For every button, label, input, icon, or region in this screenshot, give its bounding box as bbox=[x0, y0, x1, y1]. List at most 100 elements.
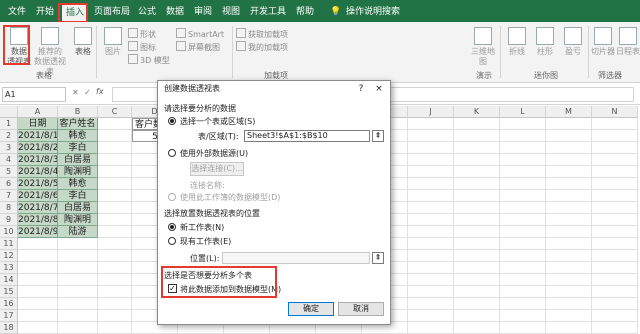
cancel-button[interactable]: 取消 bbox=[338, 302, 384, 316]
cell[interactable] bbox=[500, 250, 546, 262]
cell[interactable] bbox=[592, 166, 638, 178]
tell-me-search[interactable]: 操作说明搜索 bbox=[346, 4, 400, 20]
cell[interactable] bbox=[454, 178, 500, 190]
cell[interactable] bbox=[454, 298, 500, 310]
cell[interactable] bbox=[408, 130, 454, 142]
cell[interactable]: 2021/8/4 bbox=[18, 166, 58, 178]
cell[interactable] bbox=[98, 118, 132, 130]
3d-map-button[interactable]: 三维地图 bbox=[470, 27, 496, 67]
cell[interactable] bbox=[500, 238, 546, 250]
row-header[interactable]: 8 bbox=[0, 202, 18, 214]
cell[interactable] bbox=[454, 130, 500, 142]
tab-file[interactable]: 文件 bbox=[8, 4, 26, 20]
cell[interactable]: 白居易 bbox=[58, 154, 98, 166]
tab-formulas[interactable]: 公式 bbox=[138, 4, 156, 20]
tab-view[interactable]: 视图 bbox=[222, 4, 240, 20]
location-field[interactable] bbox=[222, 252, 370, 264]
cell[interactable] bbox=[454, 310, 500, 322]
cell[interactable] bbox=[500, 202, 546, 214]
cell[interactable] bbox=[546, 178, 592, 190]
cell[interactable] bbox=[18, 274, 58, 286]
sparkline-column-button[interactable]: 柱形 bbox=[532, 27, 558, 57]
cell[interactable] bbox=[408, 238, 454, 250]
cell[interactable] bbox=[546, 322, 592, 334]
close-icon[interactable]: × bbox=[372, 81, 386, 97]
slicer-button[interactable]: 切片器 bbox=[590, 27, 616, 57]
tab-help[interactable]: 帮助 bbox=[296, 4, 314, 20]
cell[interactable] bbox=[592, 118, 638, 130]
cell[interactable] bbox=[58, 322, 98, 334]
column-header-n[interactable]: N bbox=[592, 106, 638, 118]
column-header-l[interactable]: L bbox=[500, 106, 546, 118]
cell[interactable] bbox=[58, 238, 98, 250]
cell[interactable] bbox=[98, 130, 132, 142]
cell[interactable] bbox=[592, 274, 638, 286]
select-all-corner[interactable] bbox=[0, 106, 18, 118]
cell[interactable]: 韩愈 bbox=[58, 130, 98, 142]
cell[interactable] bbox=[592, 214, 638, 226]
cell[interactable] bbox=[546, 298, 592, 310]
cell[interactable] bbox=[592, 226, 638, 238]
cell[interactable] bbox=[546, 310, 592, 322]
cell[interactable] bbox=[58, 262, 98, 274]
cell[interactable] bbox=[98, 142, 132, 154]
row-header[interactable]: 12 bbox=[0, 250, 18, 262]
sparkline-winloss-button[interactable]: 盈亏 bbox=[560, 27, 586, 57]
cell[interactable] bbox=[98, 202, 132, 214]
cell[interactable] bbox=[18, 298, 58, 310]
cell[interactable] bbox=[500, 190, 546, 202]
row-header[interactable]: 6 bbox=[0, 178, 18, 190]
insert-function-icon[interactable]: fx bbox=[96, 87, 104, 96]
cell[interactable] bbox=[98, 250, 132, 262]
cell[interactable] bbox=[500, 130, 546, 142]
3d-models-button[interactable]: 3D 模型 bbox=[128, 54, 170, 66]
cell[interactable] bbox=[18, 250, 58, 262]
cell[interactable] bbox=[58, 310, 98, 322]
tab-review[interactable]: 审阅 bbox=[194, 4, 212, 20]
cell[interactable] bbox=[408, 286, 454, 298]
column-header-m[interactable]: M bbox=[546, 106, 592, 118]
cell[interactable]: 2021/8/9 bbox=[18, 226, 58, 238]
row-header[interactable]: 15 bbox=[0, 286, 18, 298]
row-header[interactable]: 4 bbox=[0, 154, 18, 166]
radio-new-sheet[interactable] bbox=[168, 223, 176, 231]
choose-connection-button[interactable]: 选择连接(C)... bbox=[190, 162, 244, 176]
pictures-button[interactable]: 图片 bbox=[100, 27, 126, 57]
cell[interactable]: 2021/8/8 bbox=[18, 214, 58, 226]
cell[interactable] bbox=[454, 286, 500, 298]
column-header-b[interactable]: B bbox=[58, 106, 98, 118]
cell[interactable] bbox=[592, 178, 638, 190]
cell[interactable] bbox=[454, 202, 500, 214]
row-header[interactable]: 3 bbox=[0, 142, 18, 154]
cell[interactable] bbox=[592, 142, 638, 154]
cell[interactable] bbox=[500, 274, 546, 286]
enter-icon[interactable]: ✓ bbox=[84, 88, 91, 97]
cell[interactable] bbox=[454, 166, 500, 178]
cell[interactable] bbox=[408, 118, 454, 130]
cell[interactable] bbox=[500, 298, 546, 310]
cell[interactable] bbox=[408, 226, 454, 238]
cell[interactable]: 2021/8/3 bbox=[18, 154, 58, 166]
cell[interactable] bbox=[454, 226, 500, 238]
cell[interactable] bbox=[454, 154, 500, 166]
cell[interactable] bbox=[98, 274, 132, 286]
column-header-c[interactable]: C bbox=[98, 106, 132, 118]
cell[interactable] bbox=[500, 322, 546, 334]
cell[interactable] bbox=[546, 202, 592, 214]
cell[interactable] bbox=[18, 262, 58, 274]
row-header[interactable]: 18 bbox=[0, 322, 18, 334]
smartart-button[interactable]: SmartArt bbox=[176, 28, 224, 39]
icons-button[interactable]: 图标 bbox=[128, 41, 156, 53]
row-header[interactable]: 1 bbox=[0, 118, 18, 130]
cell[interactable] bbox=[98, 298, 132, 310]
cell[interactable] bbox=[454, 214, 500, 226]
row-header[interactable]: 14 bbox=[0, 274, 18, 286]
cell[interactable] bbox=[98, 262, 132, 274]
cell[interactable] bbox=[500, 310, 546, 322]
cell[interactable] bbox=[98, 226, 132, 238]
cell[interactable] bbox=[408, 202, 454, 214]
cell[interactable]: 白居易 bbox=[58, 202, 98, 214]
cell[interactable] bbox=[408, 250, 454, 262]
cell[interactable] bbox=[454, 238, 500, 250]
cell[interactable] bbox=[408, 298, 454, 310]
